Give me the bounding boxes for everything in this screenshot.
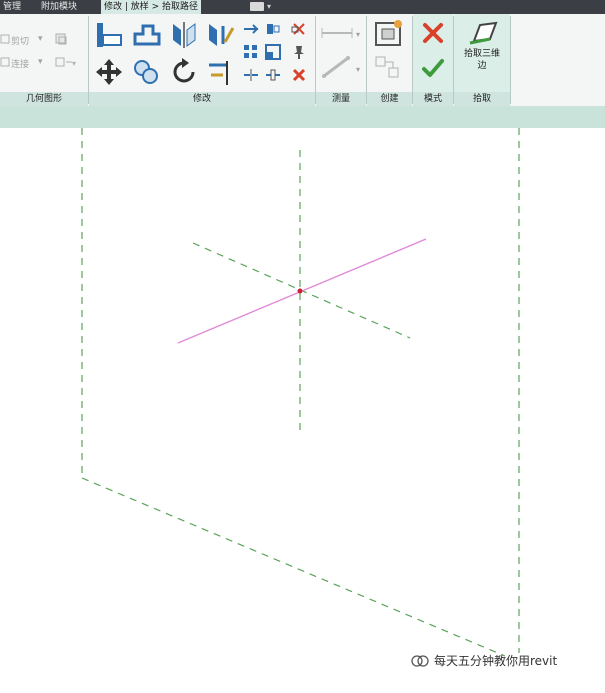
- move-icon[interactable]: [94, 57, 124, 87]
- svg-text:▾: ▾: [72, 59, 76, 68]
- tab-modify-sweep-pick-path[interactable]: 修改 | 放样 > 拾取路径: [101, 0, 202, 14]
- move-small-icon[interactable]: [243, 21, 259, 37]
- split-element-icon[interactable]: [243, 67, 259, 83]
- mirror-draw-axis-icon[interactable]: [205, 20, 235, 50]
- svg-text:▾: ▾: [356, 30, 360, 39]
- cut-button[interactable]: 剪切: [11, 34, 29, 47]
- join-geometry-icon[interactable]: ▾: [54, 55, 78, 69]
- split-gap-icon[interactable]: [265, 67, 281, 83]
- cancel-edit-mode-icon[interactable]: [421, 21, 445, 45]
- panel-toggle-icon[interactable]: [250, 2, 264, 11]
- drawing-canvas[interactable]: [0, 128, 605, 689]
- array-icon[interactable]: [243, 44, 259, 60]
- cut-dropdown-icon[interactable]: ▾: [38, 34, 43, 44]
- cut-geometry-icon[interactable]: [54, 32, 68, 46]
- panel-pick: 拾取三维 边 拾取: [454, 14, 510, 106]
- pin-icon[interactable]: [291, 44, 307, 60]
- scale-icon[interactable]: [265, 44, 281, 60]
- svg-text:▾: ▾: [356, 65, 360, 74]
- join-icon: [0, 57, 10, 67]
- copy-small-icon[interactable]: [265, 21, 281, 37]
- ribbon: 剪切 ▾ 连接 ▾ ▾ 几何图形 修改 ▾ ▾ 测量 创建 模式 拾取三维 边 …: [0, 14, 605, 106]
- watermark-text: 每天五分钟教你用revit: [434, 654, 558, 668]
- tab-addins[interactable]: 附加模块: [38, 0, 80, 14]
- panel-modify: 修改: [89, 14, 315, 106]
- measure-along-element-icon[interactable]: ▾: [320, 54, 364, 80]
- ref-plane-bottom: [81, 477, 506, 657]
- pick-3d-edges-button[interactable]: 拾取三维 边: [454, 48, 510, 72]
- join-button[interactable]: 连接: [11, 57, 29, 70]
- trim-extend-icon[interactable]: [205, 57, 235, 87]
- panel-create: 创建: [367, 14, 412, 106]
- panel-label-geometry: 几何图形: [0, 92, 88, 106]
- path-intersection-point: [297, 288, 303, 294]
- create-similar-icon[interactable]: [373, 54, 405, 84]
- finish-edit-mode-icon[interactable]: [421, 56, 445, 80]
- panel-geometry: 剪切 ▾ 连接 ▾ ▾ 几何图形: [0, 14, 88, 106]
- measure-between-points-icon[interactable]: ▾: [320, 26, 364, 40]
- panel-measure: ▾ ▾ 测量: [316, 14, 366, 106]
- cut-icon: [0, 34, 10, 44]
- wechat-logo-icon: [410, 653, 430, 673]
- panel-label-mode: 模式: [413, 92, 453, 106]
- copy-icon[interactable]: [131, 57, 161, 87]
- panel-label-modify: 修改: [89, 92, 315, 106]
- ribbon-tab-bar: 管理 附加模块 修改 | 放样 > 拾取路径 ▾: [0, 0, 605, 14]
- canvas-svg: [81, 128, 520, 657]
- panel-label-create: 创建: [367, 92, 412, 106]
- panel-label-pick: 拾取: [454, 92, 510, 106]
- options-bar: [0, 106, 605, 128]
- offset-icon[interactable]: [131, 20, 161, 50]
- unpin-icon[interactable]: [291, 21, 307, 37]
- pick-3d-edges-icon[interactable]: [468, 19, 498, 45]
- tab-manage[interactable]: 管理: [0, 0, 24, 14]
- chevron-down-icon[interactable]: ▾: [267, 0, 271, 14]
- align-icon[interactable]: [94, 20, 124, 50]
- create-group-icon[interactable]: [373, 19, 405, 49]
- panel-label-measure: 测量: [316, 92, 366, 106]
- separator: [510, 16, 511, 104]
- panel-mode: 模式: [413, 14, 453, 106]
- delete-icon[interactable]: [291, 67, 307, 83]
- rotate-icon[interactable]: [169, 57, 199, 87]
- join-dropdown-icon[interactable]: ▾: [38, 57, 43, 67]
- mirror-pick-axis-icon[interactable]: [169, 20, 199, 50]
